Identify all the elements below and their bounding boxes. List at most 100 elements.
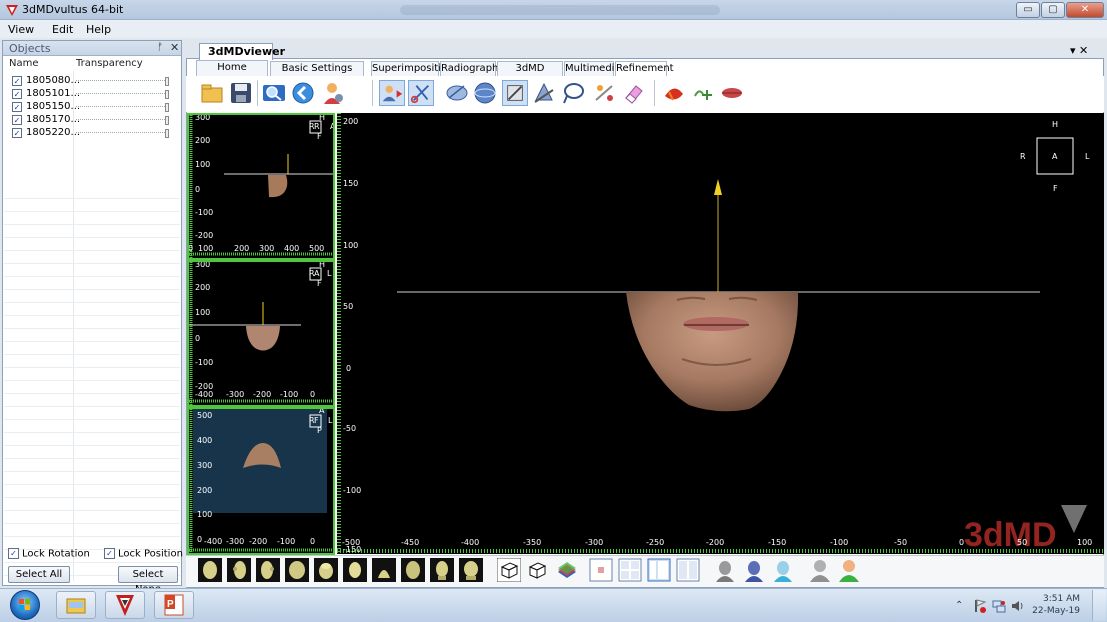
lasso-tool-icon[interactable] [560,80,586,106]
taskbar-explorer[interactable] [56,591,96,619]
head-back-icon[interactable] [285,558,309,582]
person-gray-icon[interactable] [808,558,832,582]
panel-close-icon[interactable]: ✕ [170,41,179,54]
red-marker-icon[interactable] [661,80,687,106]
tab-3dmdviewer[interactable]: 3dMDviewer [199,43,285,60]
visibility-checkbox[interactable]: ✓ [12,76,22,86]
mesh-sphere-icon[interactable] [472,80,498,106]
start-button[interactable] [10,590,40,620]
checkbox-mark[interactable]: ✓ [8,548,19,559]
maximize-button[interactable]: ▢ [1041,2,1065,18]
layout-quad-icon[interactable] [618,558,642,582]
tab-radiography[interactable]: Radiography [440,61,504,76]
tab-refinement[interactable]: Refinement [615,61,674,76]
visibility-checkbox[interactable]: ✓ [12,102,22,112]
person-green-icon[interactable] [837,558,861,582]
menu-help[interactable]: Help [86,23,111,36]
select-all-button[interactable]: Select All [8,566,70,583]
head-top-icon[interactable] [314,558,338,582]
view-frontal[interactable]: H R A L F 300 200 100 0 -100 -200 -400 -… [187,260,335,407]
taskbar-3dmdvultus[interactable] [105,591,145,619]
taskbar-powerpoint[interactable]: P [154,591,194,619]
tab-home[interactable]: Home [196,60,268,76]
minimize-button[interactable]: ▭ [1016,2,1040,18]
head-front-icon[interactable] [198,558,222,582]
slider-thumb[interactable] [165,103,169,112]
clock-time[interactable]: 3:51 AM [1036,594,1080,604]
tab-3dmd-analysis[interactable]: 3dMD Analysis [497,61,563,88]
add-point-icon[interactable] [690,80,716,106]
menu-edit[interactable]: Edit [52,23,73,36]
list-item[interactable]: ✓ 1805101... [3,88,181,101]
column-header-transparency[interactable]: Transparency [76,58,143,69]
tab-basic-settings[interactable]: Basic Settings [270,61,364,76]
head-bottom-icon[interactable] [343,558,367,582]
orient-bottom-label: F [1053,184,1058,193]
menu-view[interactable]: View [8,23,34,36]
lock-position-checkbox[interactable]: ✓ Lock Position [104,548,183,560]
mesh-tool-icon[interactable] [444,80,470,106]
zoom-icon[interactable] [261,80,287,106]
transparency-slider[interactable] [76,129,169,138]
mesh-blue-icon[interactable] [742,558,766,582]
save-icon[interactable] [228,80,254,106]
landmark-tool-icon[interactable] [379,80,405,106]
close-button[interactable]: ✕ [1066,2,1104,18]
head-three-quarter-left-icon[interactable] [372,558,396,582]
slider-thumb[interactable] [165,116,169,125]
tab-superimposition[interactable]: Superimposition [371,61,453,76]
pin-icon[interactable]: ᚠ [157,42,163,53]
head-right-icon[interactable] [256,558,280,582]
cube-wire-icon[interactable] [497,558,521,582]
list-item[interactable]: ✓ 1805080... [3,75,181,88]
volume-icon[interactable] [1010,598,1026,614]
tray-show-hidden-icon[interactable]: ⌃ [955,600,963,611]
action-center-flag-icon[interactable] [972,598,988,614]
layout-single-icon[interactable] [589,558,613,582]
layout-three-icon[interactable] [647,558,671,582]
show-desktop-button[interactable] [1092,590,1106,621]
tab-multimedia[interactable]: Multimedia [564,61,621,76]
checkbox-mark[interactable]: ✓ [104,548,115,559]
mesh-gray-icon[interactable] [713,558,737,582]
slider-thumb[interactable] [165,77,169,86]
visibility-checkbox[interactable]: ✓ [12,128,22,138]
select-tool-icon[interactable] [502,80,528,106]
network-icon[interactable] [991,598,1007,614]
visibility-checkbox[interactable]: ✓ [12,115,22,125]
head-left-icon[interactable] [227,558,251,582]
list-item[interactable]: ✓ 1805220... [3,127,181,140]
back-icon[interactable] [290,80,316,106]
transparency-slider[interactable] [76,90,169,99]
eraser-icon[interactable] [620,80,646,106]
mesh-shaded-icon[interactable] [771,558,795,582]
document-tab-controls[interactable]: ▾ ✕ [1070,44,1088,57]
head-three-quarter-right-icon[interactable] [401,558,425,582]
column-header-name[interactable]: Name [9,58,39,69]
lock-rotation-checkbox[interactable]: ✓ Lock Rotation [8,548,90,560]
list-item[interactable]: ✓ 1805150... [3,101,181,114]
transparency-slider[interactable] [76,116,169,125]
head-profile-left-icon[interactable] [430,558,454,582]
lips-icon[interactable] [719,80,745,106]
visibility-checkbox[interactable]: ✓ [12,89,22,99]
cut-tool-icon[interactable] [408,80,434,106]
fill-tool-icon[interactable] [531,80,557,106]
list-item[interactable]: ✓ 1805170... [3,114,181,127]
select-none-button[interactable]: Select None [118,566,178,595]
head-profile-right-icon[interactable] [459,558,483,582]
folder-open-icon[interactable] [199,80,225,106]
slider-thumb[interactable] [165,129,169,138]
transparency-slider[interactable] [76,103,169,112]
view-sagittal[interactable]: H R R A F 300 200 100 0 -100 -200 0 100 … [187,113,335,260]
layout-split-icon[interactable] [676,558,700,582]
slider-thumb[interactable] [165,90,169,99]
user-settings-icon[interactable] [320,80,346,106]
texture-icon[interactable] [555,558,579,582]
cube-solid-icon[interactable] [525,558,549,582]
view-axial[interactable]: A R F L P 500 400 300 200 100 0 -400 -30… [187,407,335,555]
view-main-3d[interactable]: 3dMD H R A L F 200 150 100 50 0 -50 -100… [337,113,1104,554]
clock-date[interactable]: 22-May-19 [1030,606,1080,616]
transparency-slider[interactable] [76,77,169,86]
trim-tool-icon[interactable] [592,80,618,106]
